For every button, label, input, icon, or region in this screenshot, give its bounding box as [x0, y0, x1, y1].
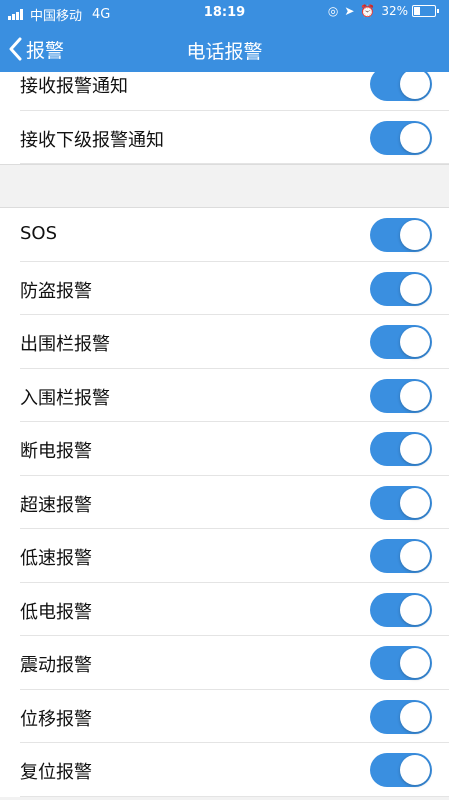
battery-icon: [412, 5, 436, 17]
section-divider: [0, 164, 449, 165]
setting-toggle[interactable]: [370, 325, 432, 359]
toggle-knob: [400, 380, 430, 411]
setting-toggle[interactable]: [370, 539, 432, 573]
toggle-knob: [400, 594, 430, 625]
toggle-knob: [400, 273, 430, 304]
setting-toggle[interactable]: [370, 67, 432, 101]
toggle-knob: [400, 755, 430, 785]
orientation-lock-icon: ◎: [327, 4, 339, 18]
setting-row: 出围栏报警: [0, 315, 449, 369]
setting-label: 接收报警通知: [20, 76, 128, 97]
battery-cap: [437, 9, 439, 13]
setting-toggle[interactable]: [370, 646, 432, 680]
row-divider: [20, 795, 449, 797]
setting-label: 断电报警: [20, 441, 92, 462]
setting-row: 防盗报警: [0, 262, 449, 315]
setting-row: 断电报警: [0, 422, 449, 476]
setting-row: 低速报警: [0, 529, 449, 583]
setting-toggle[interactable]: [370, 753, 432, 787]
app-header: 中国移动 4G 18:19 ◎ ➤ ⏰ 32% 报警 电话报警: [0, 0, 449, 72]
setting-toggle[interactable]: [370, 271, 432, 306]
toggle-knob: [400, 122, 430, 153]
toggle-knob: [400, 541, 430, 571]
toggle-knob: [400, 220, 430, 250]
setting-toggle[interactable]: [370, 699, 432, 734]
alarm-types-section: SOS 防盗报警出围栏报警入围栏报警断电报警超速报警低速报警低电报警震动报警位移报…: [0, 208, 449, 797]
setting-label: 低电报警: [20, 601, 92, 623]
setting-label: 超速报警: [20, 494, 92, 516]
setting-row: 复位报警: [0, 743, 449, 797]
setting-toggle[interactable]: [370, 378, 432, 413]
setting-label: 防盗报警: [20, 280, 92, 302]
setting-label: 出围栏报警: [20, 334, 110, 355]
setting-label: 入围栏报警: [20, 387, 110, 409]
toggle-knob: [400, 327, 430, 357]
setting-toggle[interactable]: [370, 120, 432, 155]
battery-percent: 32%: [381, 4, 408, 18]
alarm-clock-icon: ⏰: [360, 4, 376, 18]
setting-row: 入围栏报警: [0, 369, 449, 422]
toggle-knob: [400, 487, 430, 518]
page-title: 电话报警: [186, 41, 263, 63]
setting-label: 复位报警: [20, 762, 92, 783]
setting-label: SOS: [20, 223, 58, 244]
setting-label: 震动报警: [20, 655, 92, 676]
setting-row: SOS: [0, 208, 449, 262]
setting-label: 位移报警: [20, 708, 92, 730]
setting-row: 超速报警: [0, 476, 449, 529]
toggle-knob: [400, 434, 430, 464]
setting-toggle[interactable]: [370, 592, 432, 627]
setting-label: 低速报警: [20, 548, 92, 569]
navigation-bar: 报警 电话报警: [0, 26, 449, 72]
setting-row: 震动报警: [0, 636, 449, 690]
setting-row: 低电报警: [0, 583, 449, 636]
toggle-knob: [400, 648, 430, 678]
setting-toggle[interactable]: [370, 218, 432, 252]
toggle-knob: [400, 69, 430, 99]
location-icon: ➤: [344, 4, 355, 18]
setting-toggle[interactable]: [370, 432, 432, 466]
status-bar: 中国移动 4G 18:19 ◎ ➤ ⏰ 32%: [0, 0, 449, 26]
setting-label: 接收下级报警通知: [20, 129, 164, 151]
setting-toggle[interactable]: [370, 485, 432, 520]
toggle-knob: [400, 701, 430, 732]
notification-settings-section: 接收报警通知接收下级报警通知: [0, 57, 449, 164]
setting-row: 接收下级报警通知: [0, 111, 449, 164]
setting-row: 位移报警: [0, 690, 449, 743]
